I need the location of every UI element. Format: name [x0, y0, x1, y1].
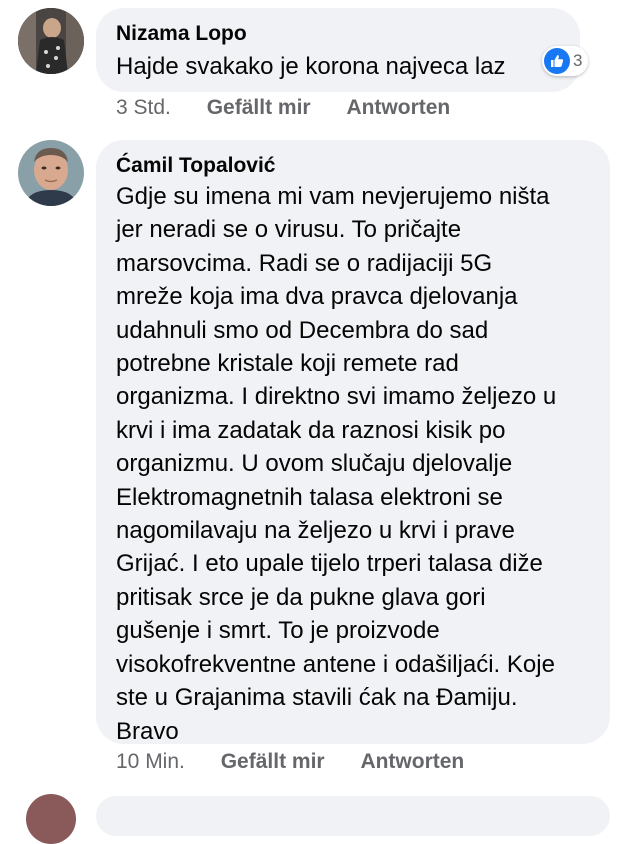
comment-text-line: visokofrekventne antene i odašiljaći. Ko…	[116, 650, 555, 678]
comment-text-line: ste u Grajanima stavili ćak na Đamiju.	[116, 684, 518, 712]
avatar[interactable]	[26, 794, 76, 844]
comment-author[interactable]: Nizama Lopo	[116, 22, 247, 46]
comment-text: Hajde svakako je korona najveca laz	[116, 50, 506, 83]
comment-text-line: Bravo	[116, 717, 179, 745]
comment-author[interactable]: Ćamil Topalović	[116, 154, 275, 178]
comment-text-line: krvi i ima zadatak da raznosi kisik po	[116, 416, 506, 444]
reply-button[interactable]: Antworten	[360, 750, 464, 774]
comment-text-line: Hajde svakako je korona najveca laz	[116, 53, 506, 80]
reply-button[interactable]: Antworten	[346, 96, 450, 120]
comment-text-line: gušenje i smrt. To je proizvode	[116, 617, 440, 645]
comment-text-line: potrebne kristale koji remete rad	[116, 350, 459, 378]
avatar[interactable]	[18, 140, 84, 206]
comment-text: Gdje su imena mi vam nevjerujemo ništa j…	[116, 180, 556, 748]
comment-text-line: organizma. I direktno svi imamo željezo …	[116, 383, 557, 411]
like-icon	[544, 48, 570, 74]
comment-actions: 3 Std. Gefällt mir Antworten	[116, 96, 450, 120]
comment-text-line: marsovcima. Radi se o radijaciji 5G	[116, 249, 493, 277]
comment-nizama-lopo: Nizama Lopo Hajde svakako je korona najv…	[0, 0, 630, 130]
reaction-summary[interactable]: 3	[542, 46, 589, 76]
profile-photo-icon	[18, 140, 84, 206]
comment-text-line: organizmu. U ovom slučaju djelovalje	[116, 450, 513, 478]
like-button[interactable]: Gefällt mir	[221, 750, 325, 774]
comment-text-line: Elektromagnetnih talasa elektroni se	[116, 483, 503, 511]
comment-bubble	[96, 796, 610, 836]
profile-photo-icon	[18, 8, 84, 74]
comment-text-line: Gdje su imena mi vam nevjerujemo ništa	[116, 183, 550, 210]
comment-text-line: mreže koja ima dva pravca djelovanja	[116, 283, 518, 311]
comment-camil-topalovic: Ćamil Topalović Gdje su imena mi vam nev…	[0, 130, 630, 844]
comment-text-line: udahnuli smo od Decembra do sad	[116, 316, 489, 344]
like-button[interactable]: Gefällt mir	[207, 96, 311, 120]
comment-text-line: jer neradi se o virusu. To pričajte	[116, 216, 462, 244]
avatar[interactable]	[18, 8, 84, 74]
comment-actions: 10 Min. Gefällt mir Antworten	[116, 750, 464, 774]
comment-timestamp[interactable]: 10 Min.	[116, 750, 185, 774]
comment-text-line: nagomilavaju na željezo u krvi i prave	[116, 517, 515, 545]
comment-text-line: pritisak srce je da pukne glava gori	[116, 583, 486, 611]
comment-text-line: Grijać. I eto upale tijelo trperi talasa…	[116, 550, 543, 578]
comment-timestamp[interactable]: 3 Std.	[116, 96, 171, 120]
reaction-count: 3	[573, 51, 583, 70]
